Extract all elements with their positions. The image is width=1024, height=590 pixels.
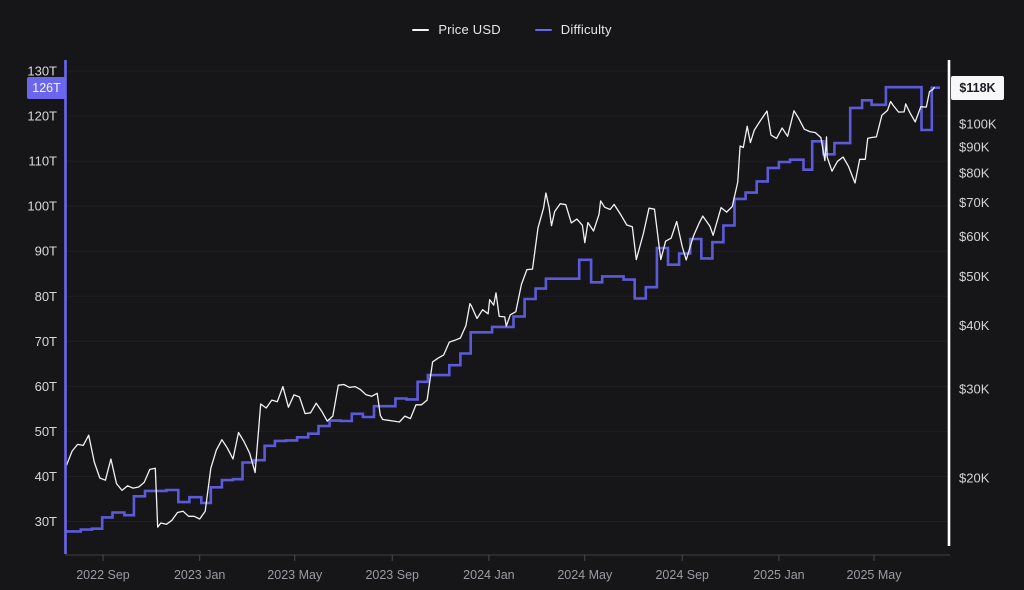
price-axis-label: $60K <box>959 229 990 244</box>
difficulty-axis-label: 60T <box>35 379 57 394</box>
price-line-swatch-icon <box>412 29 429 31</box>
price-current-value-badge: $118K <box>951 76 1004 100</box>
price-axis-label: $40K <box>959 318 990 333</box>
price-line <box>67 88 935 527</box>
price-axis-label: $50K <box>959 269 990 284</box>
difficulty-axis-label: 100T <box>27 199 57 214</box>
bitcoin-difficulty-price-chart: Price USD Difficulty 2022 Sep 2023 Jan 202… <box>0 0 1024 590</box>
difficulty-axis-label: 110T <box>28 154 57 169</box>
difficulty-axis-label: 120T <box>27 109 57 124</box>
difficulty-line <box>67 87 941 531</box>
price-axis-label: $100K <box>959 117 997 132</box>
difficulty-current-value-badge: 126T <box>27 77 66 99</box>
difficulty-axis-label: 40T <box>35 469 57 484</box>
price-axis-label: $80K <box>959 166 990 181</box>
legend-item-price-usd[interactable]: Price USD <box>412 22 500 37</box>
legend-label-price-usd: Price USD <box>438 22 500 37</box>
x-axis-label: 2023 Jan <box>174 568 225 582</box>
difficulty-axis-labels: 130T120T110T100T90T80T70T60T50T40T30T <box>27 64 57 530</box>
difficulty-axis-label: 90T <box>35 244 57 259</box>
difficulty-axis-label: 80T <box>35 289 57 304</box>
gridlines <box>67 71 949 522</box>
x-axis-label: 2024 May <box>557 568 613 582</box>
chart-legend: Price USD Difficulty <box>0 22 1024 37</box>
x-axis-label: 2025 May <box>847 568 903 582</box>
x-axis: 2022 Sep 2023 Jan 2023 May 2023 Sep 2024 Jan… <box>65 555 950 582</box>
difficulty-axis-label: 70T <box>35 334 57 349</box>
price-axis-label: $70K <box>959 195 990 210</box>
legend-label-difficulty: Difficulty <box>561 22 612 37</box>
x-axis-label: 2022 Sep <box>76 568 130 582</box>
price-axis-label: $30K <box>959 381 990 396</box>
x-axis-label: 2024 Sep <box>655 568 709 582</box>
x-axis-label: 2023 May <box>267 568 323 582</box>
x-axis-label: 2023 Sep <box>365 568 419 582</box>
x-axis-label: 2024 Jan <box>463 568 514 582</box>
price-axis-label: $20K <box>959 471 990 486</box>
price-axis-label: $90K <box>959 140 990 155</box>
difficulty-axis-label: 30T <box>35 514 57 529</box>
difficulty-axis-label: 50T <box>35 424 57 439</box>
difficulty-line-swatch-icon <box>535 29 552 31</box>
legend-item-difficulty[interactable]: Difficulty <box>535 22 612 37</box>
price-axis-labels: $100K $90K $80K $70K $60K $50K $40K $30K $20K <box>959 117 997 486</box>
chart-plot-area[interactable]: 2022 Sep 2023 Jan 2023 May 2023 Sep 2024 Jan… <box>0 0 1024 590</box>
x-axis-label: 2025 Jan <box>753 568 804 582</box>
